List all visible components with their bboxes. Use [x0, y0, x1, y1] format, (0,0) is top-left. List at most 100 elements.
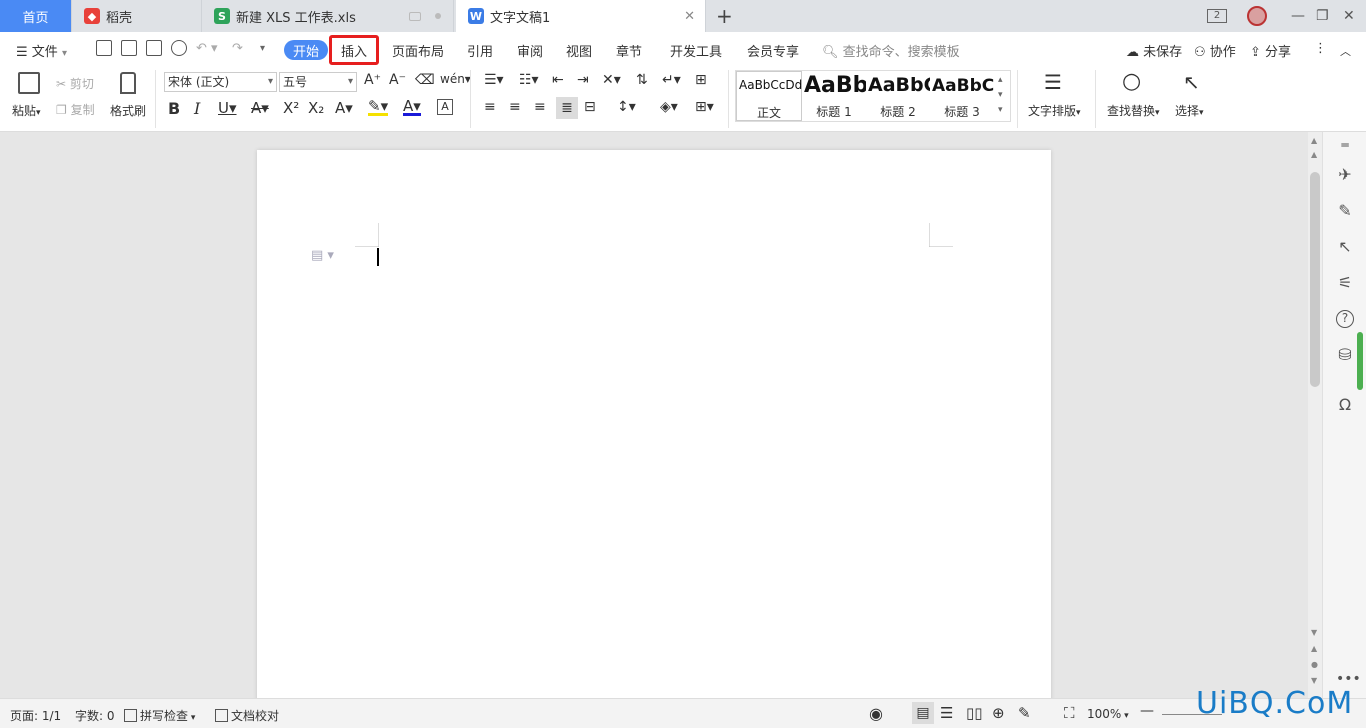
tab-insert[interactable]: 插入 [329, 35, 379, 65]
prev-page-icon[interactable]: ▲ [1311, 644, 1317, 653]
find-icon[interactable]: ○ [1122, 69, 1141, 94]
scroll-down-icon[interactable]: ▼ [1311, 628, 1317, 637]
sort-icon[interactable]: ⇅ [636, 72, 648, 88]
paste-button[interactable]: 粘贴▾ [12, 102, 41, 119]
adjust-icon[interactable]: ⚟ [1336, 274, 1354, 292]
close-tab-icon[interactable]: ✕ [684, 9, 695, 24]
eye-protection-icon[interactable]: ◉ [869, 704, 883, 723]
justify-icon[interactable]: ≣ [556, 97, 578, 119]
export-pdf-icon[interactable] [121, 40, 137, 56]
cut-button[interactable]: ✂ 剪切 [56, 75, 94, 92]
increase-indent-icon[interactable]: ⇥ [577, 72, 589, 88]
char-border-icon[interactable]: A [437, 99, 453, 115]
tab-review[interactable]: 审阅 [517, 41, 543, 60]
text-layout-icon[interactable]: ☰ [1044, 70, 1062, 94]
document-page[interactable]: ▤ ▾ [257, 150, 1051, 710]
tab-start[interactable]: 开始 [284, 40, 328, 60]
doc-proof-button[interactable]: 文档校对 [215, 707, 279, 724]
tab-document[interactable]: W 文字文稿1 ✕ [456, 0, 706, 32]
unsaved-button[interactable]: ☁ 未保存 [1126, 41, 1182, 60]
collapse-ribbon-icon[interactable]: ︿ [1340, 43, 1351, 59]
strikethrough-icon[interactable]: A▾ [251, 99, 269, 117]
share-button[interactable]: ⇪ 分享 [1250, 41, 1291, 60]
scroll-up-icon[interactable]: ▲ [1311, 136, 1317, 145]
page-indicator[interactable]: 页面: 1/1 [10, 707, 61, 724]
tab-vip[interactable]: 会员专享 [747, 41, 799, 60]
numbered-list-icon[interactable]: ☷▾ [519, 72, 539, 88]
text-effect-icon[interactable]: A▾ [335, 99, 353, 117]
select-cursor-icon[interactable]: ↖ [1183, 70, 1200, 94]
print-icon[interactable] [146, 40, 162, 56]
style-normal[interactable]: AaBbCcDd 正文 [736, 71, 802, 121]
restore-icon[interactable]: ❐ [1316, 0, 1329, 32]
text-layout-button[interactable]: 文字排版▾ [1028, 102, 1081, 119]
zoom-out-icon[interactable]: — [1140, 703, 1154, 719]
window-count-icon[interactable]: 2 [1207, 0, 1227, 32]
decrease-indent-icon[interactable]: ⇤ [552, 72, 564, 88]
more-icon[interactable]: ⋮ [1314, 41, 1327, 56]
format-painter-icon[interactable] [120, 72, 136, 94]
format-painter-button[interactable]: 格式刷 [110, 102, 146, 119]
styles-scroll-icon[interactable]: ▴ ▾ ▾ [998, 73, 1003, 118]
style-heading-2[interactable]: AaBbC 标题 2 [866, 71, 930, 121]
writing-mode-icon[interactable]: ✎ [1018, 704, 1031, 722]
tab-daoke[interactable]: ◆ 稻壳 [72, 0, 202, 32]
print-preview-icon[interactable] [171, 40, 187, 56]
align-left-icon[interactable]: ≡ [484, 99, 496, 115]
outline-view-icon[interactable]: ☰ [940, 704, 953, 722]
font-color-icon[interactable]: A▾ [403, 99, 421, 116]
bullet-list-icon[interactable]: ☰▾ [484, 72, 504, 88]
grow-font-icon[interactable]: A⁺ [364, 72, 381, 88]
next-page-icon[interactable]: ▼ [1311, 676, 1317, 685]
subscript-icon[interactable]: X₂ [308, 99, 324, 117]
fit-page-icon[interactable]: ⛶ [1064, 704, 1075, 722]
command-search[interactable]: 🔍︎ 查找命令、搜索模板 [822, 41, 960, 60]
backup-icon[interactable]: ⛁ [1336, 346, 1354, 364]
redo-icon[interactable]: ↷ [232, 41, 243, 56]
avatar[interactable] [1247, 0, 1267, 32]
quick-access-chevron-icon[interactable]: ▾ [260, 43, 265, 54]
italic-icon[interactable]: I [194, 99, 200, 118]
clear-format-icon[interactable]: ⌫ [415, 72, 435, 88]
minimize-icon[interactable]: — [1291, 0, 1305, 32]
align-right-icon[interactable]: ≡ [534, 99, 546, 115]
style-heading-1[interactable]: AaBb 标题 1 [802, 71, 866, 121]
copy-button[interactable]: ❐ 复制 [56, 101, 95, 118]
shrink-font-icon[interactable]: A⁻ [389, 72, 406, 88]
collab-button[interactable]: ⚇ 协作 [1194, 41, 1236, 60]
phonetic-icon[interactable]: wén▾ [440, 72, 471, 86]
web-view-icon[interactable]: ⊕ [992, 704, 1005, 722]
page-view-icon[interactable]: ▤ [912, 702, 934, 724]
rocket-icon[interactable]: ✈ [1336, 166, 1354, 184]
highlight-icon[interactable]: ✎▾ [368, 99, 389, 116]
style-heading-3[interactable]: AaBbC 标题 3 [930, 71, 994, 121]
show-marks-icon[interactable]: ↵▾ [662, 72, 681, 88]
scrollbar-thumb[interactable] [1310, 172, 1320, 387]
borders-icon[interactable]: ⊞▾ [695, 99, 714, 115]
find-replace-button[interactable]: 查找替换▾ [1107, 102, 1160, 119]
align-center-icon[interactable]: ≡ [509, 99, 521, 115]
pen-icon[interactable]: ✎ [1336, 202, 1354, 220]
line-spacing-icon[interactable]: ↕▾ [617, 99, 636, 115]
tab-home[interactable]: 首页 [0, 0, 72, 32]
zoom-level[interactable]: 100% ▾ [1087, 707, 1129, 721]
tab-references[interactable]: 引用 [467, 41, 493, 60]
underline-icon[interactable]: U▾ [218, 99, 237, 117]
tab-dev-tools[interactable]: 开发工具 [670, 41, 722, 60]
tab-xls[interactable]: S 新建 XLS 工作表.xls [202, 0, 454, 32]
superscript-icon[interactable]: X² [283, 99, 299, 117]
document-canvas[interactable]: ▤ ▾ [0, 132, 1322, 710]
paragraph-layout-icon[interactable]: ▤ ▾ [311, 248, 334, 263]
shading-icon[interactable]: ◈▾ [660, 99, 678, 115]
help-icon[interactable]: ? [1336, 310, 1354, 328]
omega-icon[interactable]: Ω [1336, 396, 1354, 414]
tab-stops-icon[interactable]: ⊞ [695, 72, 707, 88]
sidebar-menu-icon[interactable]: ═ [1336, 136, 1354, 154]
file-menu[interactable]: ☰ 文件 ▾ [16, 41, 67, 60]
spell-check-button[interactable]: 拼写检查 ▾ [124, 707, 195, 724]
chinese-layout-icon[interactable]: ✕▾ [602, 72, 621, 88]
distribute-icon[interactable]: ⊟ [584, 99, 596, 115]
undo-icon[interactable]: ↶ ▾ [196, 41, 218, 56]
word-count[interactable]: 字数: 0 [75, 707, 115, 724]
bold-icon[interactable]: B [168, 99, 180, 118]
